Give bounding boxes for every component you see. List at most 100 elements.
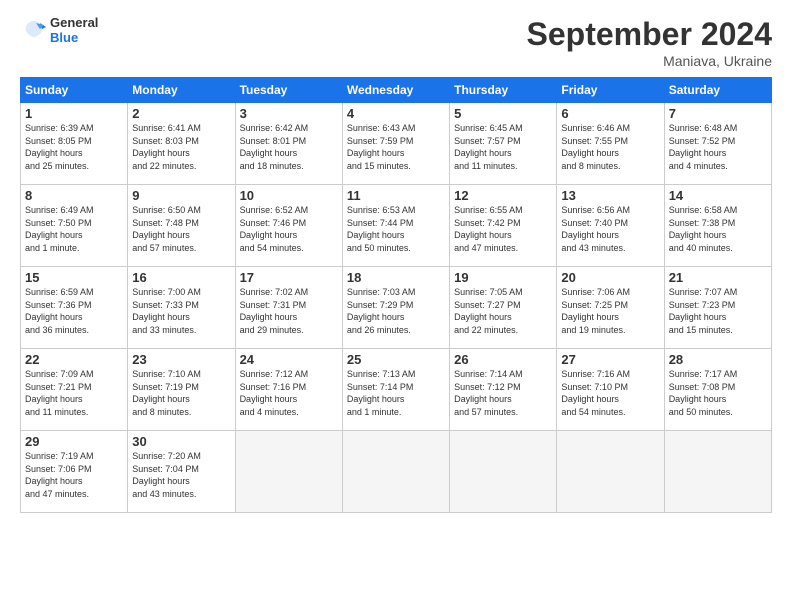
- title-area: September 2024 Maniava, Ukraine: [527, 16, 772, 69]
- calendar-body: 1 Sunrise: 6:39 AM Sunset: 8:05 PM Dayli…: [21, 103, 772, 513]
- day-cell-6: 6 Sunrise: 6:46 AM Sunset: 7:55 PM Dayli…: [557, 103, 664, 185]
- logo-blue-text: Blue: [50, 31, 98, 46]
- day-number-4: 4: [347, 106, 445, 121]
- day-info-8: Sunrise: 6:49 AM Sunset: 7:50 PM Dayligh…: [25, 204, 123, 254]
- day-number-24: 24: [240, 352, 338, 367]
- day-cell-28: 28 Sunrise: 7:17 AM Sunset: 7:08 PM Dayl…: [664, 349, 771, 431]
- day-info-30: Sunrise: 7:20 AM Sunset: 7:04 PM Dayligh…: [132, 450, 230, 500]
- day-number-23: 23: [132, 352, 230, 367]
- day-number-25: 25: [347, 352, 445, 367]
- day-number-28: 28: [669, 352, 767, 367]
- col-tuesday: Tuesday: [235, 78, 342, 103]
- day-cell-16: 16 Sunrise: 7:00 AM Sunset: 7:33 PM Dayl…: [128, 267, 235, 349]
- day-number-17: 17: [240, 270, 338, 285]
- empty-cell: [235, 431, 342, 513]
- day-cell-9: 9 Sunrise: 6:50 AM Sunset: 7:48 PM Dayli…: [128, 185, 235, 267]
- day-number-1: 1: [25, 106, 123, 121]
- day-info-23: Sunrise: 7:10 AM Sunset: 7:19 PM Dayligh…: [132, 368, 230, 418]
- day-info-9: Sunrise: 6:50 AM Sunset: 7:48 PM Dayligh…: [132, 204, 230, 254]
- col-sunday: Sunday: [21, 78, 128, 103]
- day-cell-5: 5 Sunrise: 6:45 AM Sunset: 7:57 PM Dayli…: [450, 103, 557, 185]
- day-number-12: 12: [454, 188, 552, 203]
- empty-cell: [342, 431, 449, 513]
- day-cell-7: 7 Sunrise: 6:48 AM Sunset: 7:52 PM Dayli…: [664, 103, 771, 185]
- day-number-26: 26: [454, 352, 552, 367]
- day-info-2: Sunrise: 6:41 AM Sunset: 8:03 PM Dayligh…: [132, 122, 230, 172]
- logo-content: General Blue: [20, 16, 98, 46]
- day-number-3: 3: [240, 106, 338, 121]
- day-number-10: 10: [240, 188, 338, 203]
- day-number-9: 9: [132, 188, 230, 203]
- col-saturday: Saturday: [664, 78, 771, 103]
- day-info-7: Sunrise: 6:48 AM Sunset: 7:52 PM Dayligh…: [669, 122, 767, 172]
- day-number-2: 2: [132, 106, 230, 121]
- day-info-24: Sunrise: 7:12 AM Sunset: 7:16 PM Dayligh…: [240, 368, 338, 418]
- day-info-6: Sunrise: 6:46 AM Sunset: 7:55 PM Dayligh…: [561, 122, 659, 172]
- day-info-1: Sunrise: 6:39 AM Sunset: 8:05 PM Dayligh…: [25, 122, 123, 172]
- logo-bird-icon: [20, 17, 48, 45]
- day-info-5: Sunrise: 6:45 AM Sunset: 7:57 PM Dayligh…: [454, 122, 552, 172]
- empty-cell: [557, 431, 664, 513]
- day-cell-11: 11 Sunrise: 6:53 AM Sunset: 7:44 PM Dayl…: [342, 185, 449, 267]
- day-number-20: 20: [561, 270, 659, 285]
- day-number-5: 5: [454, 106, 552, 121]
- day-info-3: Sunrise: 6:42 AM Sunset: 8:01 PM Dayligh…: [240, 122, 338, 172]
- day-info-25: Sunrise: 7:13 AM Sunset: 7:14 PM Dayligh…: [347, 368, 445, 418]
- day-info-10: Sunrise: 6:52 AM Sunset: 7:46 PM Dayligh…: [240, 204, 338, 254]
- col-thursday: Thursday: [450, 78, 557, 103]
- day-info-27: Sunrise: 7:16 AM Sunset: 7:10 PM Dayligh…: [561, 368, 659, 418]
- day-info-11: Sunrise: 6:53 AM Sunset: 7:44 PM Dayligh…: [347, 204, 445, 254]
- day-info-26: Sunrise: 7:14 AM Sunset: 7:12 PM Dayligh…: [454, 368, 552, 418]
- day-info-18: Sunrise: 7:03 AM Sunset: 7:29 PM Dayligh…: [347, 286, 445, 336]
- day-number-8: 8: [25, 188, 123, 203]
- week-row: 29 Sunrise: 7:19 AM Sunset: 7:06 PM Dayl…: [21, 431, 772, 513]
- day-cell-21: 21 Sunrise: 7:07 AM Sunset: 7:23 PM Dayl…: [664, 267, 771, 349]
- day-cell-12: 12 Sunrise: 6:55 AM Sunset: 7:42 PM Dayl…: [450, 185, 557, 267]
- day-info-4: Sunrise: 6:43 AM Sunset: 7:59 PM Dayligh…: [347, 122, 445, 172]
- location: Maniava, Ukraine: [527, 53, 772, 69]
- week-row: 22 Sunrise: 7:09 AM Sunset: 7:21 PM Dayl…: [21, 349, 772, 431]
- day-info-16: Sunrise: 7:00 AM Sunset: 7:33 PM Dayligh…: [132, 286, 230, 336]
- day-number-6: 6: [561, 106, 659, 121]
- day-cell-17: 17 Sunrise: 7:02 AM Sunset: 7:31 PM Dayl…: [235, 267, 342, 349]
- day-cell-3: 3 Sunrise: 6:42 AM Sunset: 8:01 PM Dayli…: [235, 103, 342, 185]
- calendar-table: Sunday Monday Tuesday Wednesday Thursday…: [20, 77, 772, 513]
- calendar-header-row: Sunday Monday Tuesday Wednesday Thursday…: [21, 78, 772, 103]
- day-cell-20: 20 Sunrise: 7:06 AM Sunset: 7:25 PM Dayl…: [557, 267, 664, 349]
- week-row-1: 1 Sunrise: 6:39 AM Sunset: 8:05 PM Dayli…: [21, 103, 772, 185]
- day-number-14: 14: [669, 188, 767, 203]
- empty-cell: [664, 431, 771, 513]
- col-wednesday: Wednesday: [342, 78, 449, 103]
- col-friday: Friday: [557, 78, 664, 103]
- day-cell-13: 13 Sunrise: 6:56 AM Sunset: 7:40 PM Dayl…: [557, 185, 664, 267]
- day-number-27: 27: [561, 352, 659, 367]
- day-cell-4: 4 Sunrise: 6:43 AM Sunset: 7:59 PM Dayli…: [342, 103, 449, 185]
- logo: General Blue: [20, 16, 98, 46]
- day-number-15: 15: [25, 270, 123, 285]
- day-cell-25: 25 Sunrise: 7:13 AM Sunset: 7:14 PM Dayl…: [342, 349, 449, 431]
- day-cell-14: 14 Sunrise: 6:58 AM Sunset: 7:38 PM Dayl…: [664, 185, 771, 267]
- day-info-29: Sunrise: 7:19 AM Sunset: 7:06 PM Dayligh…: [25, 450, 123, 500]
- day-cell-15: 15 Sunrise: 6:59 AM Sunset: 7:36 PM Dayl…: [21, 267, 128, 349]
- day-number-21: 21: [669, 270, 767, 285]
- day-cell-30: 30 Sunrise: 7:20 AM Sunset: 7:04 PM Dayl…: [128, 431, 235, 513]
- header: General Blue September 2024 Maniava, Ukr…: [20, 16, 772, 69]
- day-info-15: Sunrise: 6:59 AM Sunset: 7:36 PM Dayligh…: [25, 286, 123, 336]
- day-cell-18: 18 Sunrise: 7:03 AM Sunset: 7:29 PM Dayl…: [342, 267, 449, 349]
- day-cell-19: 19 Sunrise: 7:05 AM Sunset: 7:27 PM Dayl…: [450, 267, 557, 349]
- page: General Blue September 2024 Maniava, Ukr…: [0, 0, 792, 612]
- day-info-14: Sunrise: 6:58 AM Sunset: 7:38 PM Dayligh…: [669, 204, 767, 254]
- empty-cell: [450, 431, 557, 513]
- day-cell-1: 1 Sunrise: 6:39 AM Sunset: 8:05 PM Dayli…: [21, 103, 128, 185]
- week-row: 15 Sunrise: 6:59 AM Sunset: 7:36 PM Dayl…: [21, 267, 772, 349]
- day-info-20: Sunrise: 7:06 AM Sunset: 7:25 PM Dayligh…: [561, 286, 659, 336]
- day-number-16: 16: [132, 270, 230, 285]
- day-info-21: Sunrise: 7:07 AM Sunset: 7:23 PM Dayligh…: [669, 286, 767, 336]
- col-monday: Monday: [128, 78, 235, 103]
- day-info-13: Sunrise: 6:56 AM Sunset: 7:40 PM Dayligh…: [561, 204, 659, 254]
- day-info-12: Sunrise: 6:55 AM Sunset: 7:42 PM Dayligh…: [454, 204, 552, 254]
- day-cell-8: 8 Sunrise: 6:49 AM Sunset: 7:50 PM Dayli…: [21, 185, 128, 267]
- day-info-19: Sunrise: 7:05 AM Sunset: 7:27 PM Dayligh…: [454, 286, 552, 336]
- logo-general-text: General: [50, 16, 98, 31]
- day-cell-27: 27 Sunrise: 7:16 AM Sunset: 7:10 PM Dayl…: [557, 349, 664, 431]
